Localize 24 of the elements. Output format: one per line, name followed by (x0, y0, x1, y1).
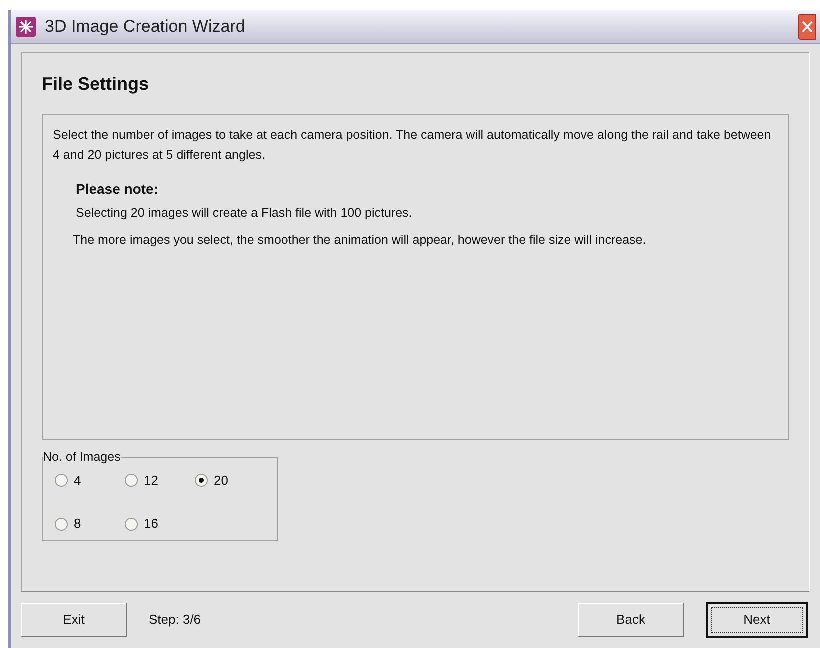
radio-button[interactable] (55, 518, 68, 530)
radio-button[interactable] (125, 474, 138, 487)
section-heading: File Settings (42, 73, 150, 96)
radio-button[interactable] (125, 518, 138, 530)
radio-option[interactable]: 16 (125, 514, 158, 534)
radio-option[interactable]: 20 (195, 470, 228, 490)
window-title: 3D Image Creation Wizard (45, 16, 246, 38)
close-button[interactable] (798, 14, 816, 40)
note-text: Selecting 20 images will create a Flash file with 100 pictures. (76, 205, 414, 222)
note-text: The more images you select, the smoother the animation will appear, however the file size will increase. (73, 232, 648, 249)
radio-option[interactable]: 8 (55, 514, 82, 534)
exit-button[interactable]: Exit (21, 603, 127, 637)
step-label: Step: 3/6 (149, 611, 202, 630)
radio-button[interactable] (55, 474, 68, 487)
radio-button[interactable] (195, 474, 208, 487)
group-label: No. of Images (43, 449, 121, 466)
radio-option[interactable]: 12 (125, 470, 158, 490)
app-icon (15, 16, 37, 38)
next-button[interactable]: Next (706, 602, 808, 638)
radio-option[interactable]: 4 (55, 470, 82, 490)
close-icon (801, 20, 813, 34)
back-button[interactable]: Back (578, 603, 684, 637)
description-text: Select the number of images to take at each camera position. The camera will automatically move along the rail and take between 4 and 20 pictures at 5 different angles. (53, 127, 772, 164)
note-title: Please note: (76, 180, 160, 199)
